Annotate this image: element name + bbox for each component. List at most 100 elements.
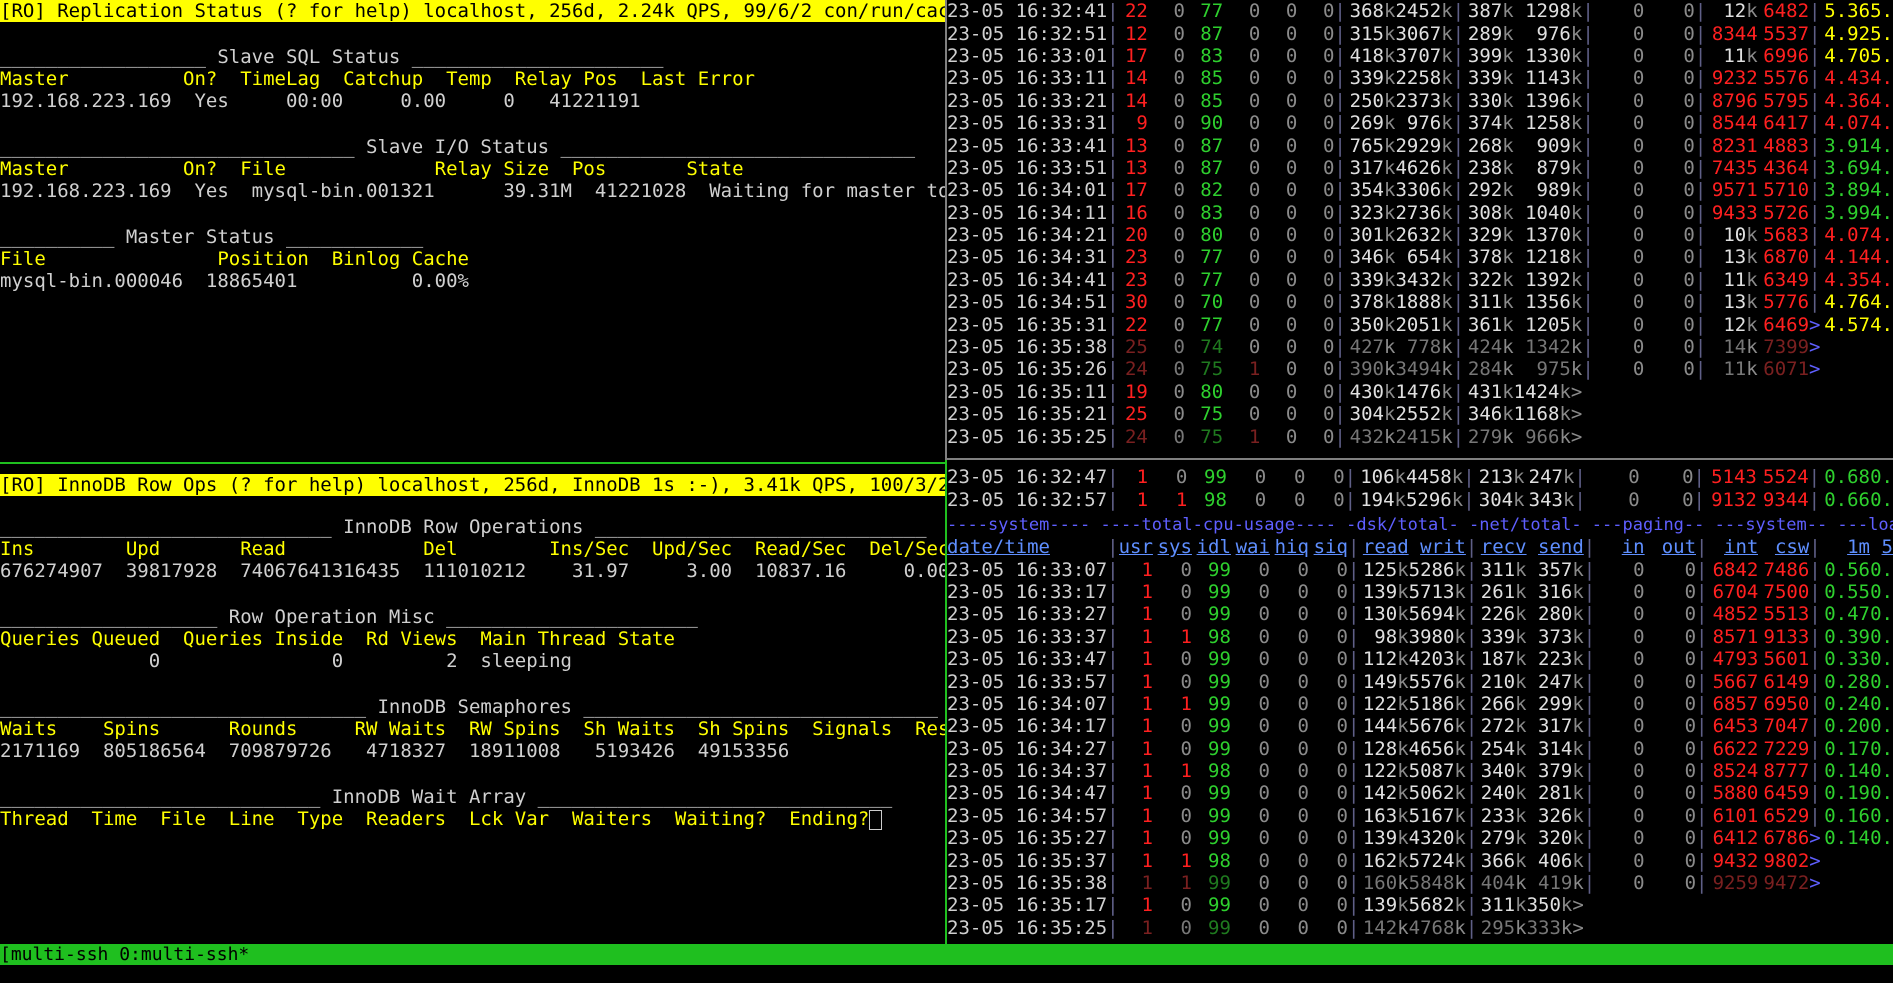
dstat-idl: 83: [1200, 44, 1224, 67]
dstat-datetime: 23-05 16:34:07: [947, 692, 1108, 715]
dstat-usr: 1: [1141, 804, 1153, 827]
dstat-paging-in: 0: [1632, 67, 1645, 90]
dstat-int: 6412: [1712, 827, 1759, 850]
dstat-idl: 87: [1200, 156, 1224, 179]
dstat-recv: 268k: [1467, 134, 1514, 157]
column-separator: |: [1465, 894, 1478, 917]
dstat-top-row: 23-05 16:35:21 | 25 0 75 0 0 0 | 304k 2552k | 346k 11…: [947, 403, 1893, 425]
dstat-sys: 0: [1173, 44, 1185, 67]
column-separator: |: [1347, 760, 1360, 783]
dstat-writ: 4626k: [1395, 156, 1453, 179]
dstat-top-row: 23-05 16:34:01 | 17 0 82 0 0 0 | 354k 3306k | 292k 98…: [947, 179, 1893, 201]
dstat-bottom-row: 23-05 16:33:37 | 1 1 98 0 0 0 | 98k 3980k | 339k 373k…: [947, 626, 1893, 648]
dstat-hiq: 0: [1297, 916, 1309, 939]
dstat-load-1m: 0.28: [1824, 670, 1870, 693]
dstat-hiq: 0: [1297, 760, 1309, 783]
dstat-read: 139k: [1362, 894, 1409, 917]
innodb-row-ops-pane[interactable]: [RO] InnoDB Row Ops (? for help) localho…: [0, 474, 945, 944]
dstat-read: 125k: [1362, 558, 1409, 581]
column-separator: |: [1334, 358, 1346, 381]
dstat-bottom-pane[interactable]: 23-05 16:32:47 | 1 0 99 0 0 0 | 106k 4458k | 213k 247…: [947, 466, 1893, 944]
column-separator: |: [1334, 67, 1346, 90]
column-separator: |: [1452, 22, 1465, 45]
dstat-paging-out: 0: [1684, 872, 1697, 895]
dstat-hiq: 0: [1293, 488, 1306, 511]
column-separator: >: [1809, 336, 1821, 359]
dstat-send: 317k: [1538, 715, 1584, 738]
dstat-paging-in: 0: [1632, 201, 1645, 224]
column-separator: |: [1334, 112, 1346, 135]
dstat-send: 976k: [1536, 22, 1583, 45]
column-separator: |: [1694, 89, 1707, 112]
dstat-writ: 5576k: [1408, 670, 1466, 693]
column-separator: |: [1452, 134, 1465, 157]
dstat-datetime: 23-05 16:33:51: [947, 156, 1108, 179]
dstat-top-pane[interactable]: 23-05 16:32:41 | 22 0 77 0 0 0 | 368k 2452k | 387k 12…: [947, 0, 1893, 452]
dstat-read: 139k: [1362, 827, 1409, 850]
dstat-hiq: 0: [1285, 44, 1298, 67]
column-separator: |: [1582, 134, 1594, 157]
dstat-load-1m: 0.68: [1824, 466, 1870, 489]
dstat-load-5m: 4.: [1870, 156, 1893, 179]
tmux-status-bar: [multi-ssh 0:multi-ssh*: [0, 944, 1893, 965]
column-separator: |: [1347, 872, 1360, 895]
master-status-row: mysql-bin.000046 18865401 0.00%: [0, 270, 469, 292]
column-separator: |: [1582, 224, 1594, 247]
pane-divider-horizontal-left[interactable]: [0, 462, 945, 464]
dstat-usr: 13: [1124, 134, 1148, 157]
column-separator: |: [1452, 112, 1465, 135]
dstat-hiq: 0: [1297, 603, 1309, 626]
terminal-bottom-area: [0, 965, 1893, 983]
dstat-bottom-pre-table: 23-05 16:32:47 | 1 0 99 0 0 0 | 106k 4458k | 213k 247…: [947, 466, 1893, 511]
dstat-datetime: 23-05 16:35:27: [947, 827, 1108, 850]
dstat-send: 1392k: [1525, 268, 1583, 291]
dstat-hiq: 0: [1297, 715, 1309, 738]
column-separator: |: [1107, 403, 1119, 426]
dstat-recv: 340k: [1480, 760, 1527, 783]
dstat-int: 9232: [1711, 67, 1758, 90]
dstat-hiq: 0: [1297, 872, 1309, 895]
dstat-top-row: 23-05 16:34:41 | 23 0 77 0 0 0 | 339k 3432k | 322k 13…: [947, 269, 1893, 291]
dstat-col-header-read: read: [1362, 536, 1409, 559]
dstat-sys: 0: [1173, 67, 1185, 90]
pane-divider-horizontal-right[interactable]: [947, 458, 1893, 460]
dstat-idl: 90: [1200, 112, 1224, 135]
dstat-hiq: 0: [1297, 670, 1309, 693]
dstat-writ: 4656k: [1408, 737, 1466, 760]
column-separator: |: [1583, 625, 1596, 648]
dstat-sys: 0: [1173, 134, 1185, 157]
dstat-load-1m: [1821, 872, 1870, 894]
dstat-idl: 80: [1200, 224, 1224, 247]
column-separator: |: [1582, 268, 1594, 291]
dstat-paging-in: 0: [1632, 313, 1645, 336]
dstat-idl: 85: [1200, 89, 1224, 112]
dstat-recv: 329k: [1467, 224, 1514, 247]
column-separator: |: [1582, 291, 1594, 314]
dstat-int: 5143: [1711, 466, 1757, 489]
dstat-usr: 1: [1141, 916, 1153, 939]
column-separator: |: [1465, 670, 1478, 693]
column-separator: |: [1107, 380, 1119, 403]
column-separator: |: [1694, 134, 1707, 157]
dstat-wai: 0: [1254, 466, 1267, 489]
dstat-load-5m: [1870, 358, 1893, 380]
column-separator: |: [1583, 536, 1596, 559]
dstat-paging-in: 0: [1632, 134, 1645, 157]
dstat-idl: 99: [1208, 827, 1231, 850]
dstat-load-1m: 3.89: [1824, 179, 1871, 202]
dstat-recv: 238k: [1467, 156, 1514, 179]
column-separator: |: [1334, 224, 1346, 247]
replication-status-pane[interactable]: [RO] Replication Status (? for help) loc…: [0, 0, 945, 460]
column-separator: |: [1347, 603, 1360, 626]
dstat-recv: 339k: [1467, 67, 1514, 90]
dstat-wai: 0: [1248, 179, 1261, 202]
column-separator: |: [1465, 760, 1478, 783]
column-separator: |: [1334, 179, 1346, 202]
column-separator: |: [1809, 201, 1821, 224]
dstat-idl: 85: [1200, 67, 1224, 90]
column-separator: |: [1582, 89, 1594, 112]
dstat-load-5m: 4.: [1870, 134, 1893, 157]
dstat-load-5m: 0.: [1870, 603, 1893, 626]
dstat-idl: 99: [1208, 916, 1231, 939]
dstat-wai: 0: [1248, 246, 1261, 269]
